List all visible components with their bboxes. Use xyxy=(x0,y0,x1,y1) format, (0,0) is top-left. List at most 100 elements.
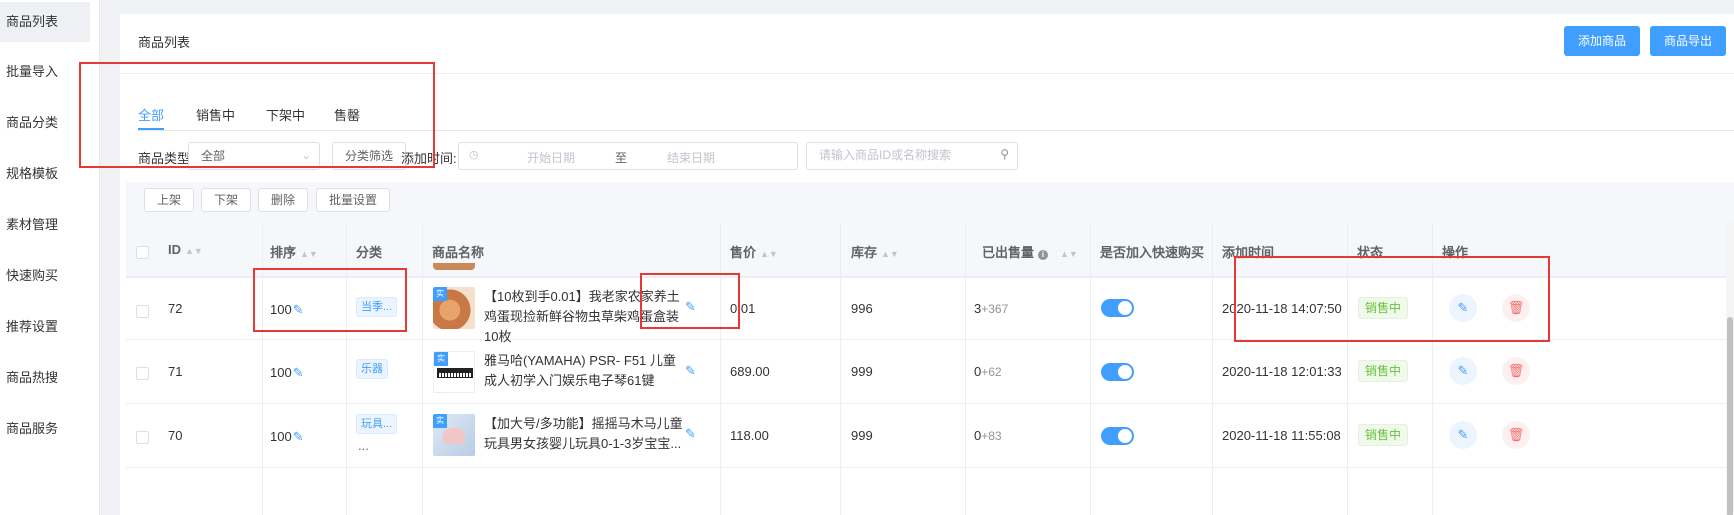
category-tag: 当季... xyxy=(356,297,398,317)
product-name: 【加大号/多功能】摇摇马木马儿童玩具男女孩婴儿玩具0-1-3岁宝宝... xyxy=(484,416,683,451)
thumbnail-badge: 实 xyxy=(433,414,447,428)
column-header-name: 商品名称 xyxy=(432,245,485,260)
info-icon: i xyxy=(1038,250,1049,260)
column-header-stock[interactable]: 库存 ▲▼ xyxy=(851,242,899,261)
sort-icon: ▲▼ xyxy=(300,249,318,259)
sidebar-item-service[interactable]: 商品服务 xyxy=(0,409,90,449)
date-range-picker[interactable]: ◷ 开始日期 至 结束日期 xyxy=(458,142,798,170)
sidebar-item-batch-import[interactable]: 批量导入 xyxy=(0,52,90,92)
card-header: 商品列表 添加商品 商品导出 xyxy=(120,14,1734,74)
edit-button[interactable]: ✎ xyxy=(1449,421,1477,449)
row-divider xyxy=(126,403,1734,404)
product-id: 72 xyxy=(168,301,183,316)
tab-all[interactable]: 全部 xyxy=(138,105,164,124)
column-divider xyxy=(422,222,423,515)
pencil-icon[interactable]: ✎ xyxy=(293,365,304,381)
column-divider xyxy=(1212,222,1213,515)
sort-icon: ▲▼ xyxy=(185,246,203,256)
product-stock: 999 xyxy=(851,428,873,443)
sidebar-item-product-list[interactable]: 商品列表 xyxy=(0,2,90,42)
pencil-icon[interactable]: ✎ xyxy=(685,299,696,315)
product-thumbnail: 实 xyxy=(433,351,475,393)
category-tag: 乐器 xyxy=(356,359,388,379)
sidebar-item-hot-search[interactable]: 商品热搜 xyxy=(0,358,90,398)
column-divider xyxy=(720,222,721,515)
sold-count: 0+83 xyxy=(974,428,1002,443)
column-header-price[interactable]: 售价 ▲▼ xyxy=(730,242,778,261)
row-checkbox[interactable] xyxy=(136,367,149,380)
status-badge: 销售中 xyxy=(1358,424,1409,446)
tab-on-sale[interactable]: 销售中 xyxy=(196,105,235,124)
column-header-actions: 操作 xyxy=(1442,245,1469,260)
product-list-card: 商品列表 添加商品 商品导出 全部 销售中 下架中 售罄 商品类型: 全部 ⌄ … xyxy=(120,14,1734,515)
clock-icon: ◷ xyxy=(469,149,479,161)
off-shelf-button[interactable]: 下架 xyxy=(201,188,252,212)
status-badge: 销售中 xyxy=(1358,297,1409,319)
row-divider xyxy=(126,339,1734,340)
status-badge: 销售中 xyxy=(1358,360,1409,382)
column-header-added-time: 添加时间 xyxy=(1222,245,1275,260)
table-scrollbar[interactable] xyxy=(1726,222,1734,515)
sort-icon: ▲▼ xyxy=(881,249,899,259)
sidebar-item-spec-template[interactable]: 规格模板 xyxy=(0,154,90,194)
search-box: ⚲ xyxy=(806,142,1018,170)
delete-icon[interactable]: 🗑 xyxy=(1502,357,1530,385)
product-price: 0.01 xyxy=(730,301,756,316)
partial-row-thumbnail xyxy=(433,263,475,270)
edit-button[interactable]: ✎ xyxy=(1449,294,1477,322)
product-price: 118.00 xyxy=(730,428,769,443)
column-header-sort[interactable]: 排序 ▲▼ xyxy=(270,242,318,261)
on-shelf-button[interactable]: 上架 xyxy=(144,188,195,212)
sold-count: 3+367 xyxy=(974,301,1009,316)
search-input[interactable] xyxy=(819,148,989,162)
batch-settings-button[interactable]: 批量设置 xyxy=(316,188,391,212)
add-time-label: 添加时间: xyxy=(401,151,457,166)
row-checkbox[interactable] xyxy=(136,431,149,444)
tabs-divider xyxy=(138,130,1734,131)
search-icon[interactable]: ⚲ xyxy=(1000,147,1009,161)
pencil-icon[interactable]: ✎ xyxy=(685,363,696,379)
delete-icon[interactable]: 🗑 xyxy=(1502,294,1530,322)
export-products-button[interactable]: 商品导出 xyxy=(1650,26,1727,56)
sidebar-item-product-category[interactable]: 商品分类 xyxy=(0,103,90,143)
product-name: 雅马哈(YAMAHA) PSR- F51 儿童成人初学入门娱乐电子琴61键 xyxy=(484,353,676,388)
sort-value: 100✎ xyxy=(270,302,304,318)
select-all-checkbox[interactable] xyxy=(136,246,149,259)
column-divider xyxy=(1090,222,1091,515)
tab-sold-out[interactable]: 售罄 xyxy=(334,105,360,124)
added-time: 2020-11-18 11:55:08 xyxy=(1222,428,1341,443)
quick-buy-toggle[interactable] xyxy=(1101,427,1134,445)
quick-buy-toggle[interactable] xyxy=(1101,299,1134,317)
delete-button[interactable]: 删除 xyxy=(258,188,309,212)
column-header-id[interactable]: ID ▲▼ xyxy=(168,242,203,257)
sidebar-item-quick-buy[interactable]: 快速购买 xyxy=(0,256,90,296)
pencil-icon[interactable]: ✎ xyxy=(293,302,304,318)
product-thumbnail: 实 xyxy=(433,414,475,456)
pencil-icon[interactable]: ✎ xyxy=(685,426,696,442)
column-divider xyxy=(1347,222,1348,515)
quick-buy-toggle[interactable] xyxy=(1101,363,1134,381)
end-date-input[interactable]: 结束日期 xyxy=(667,149,715,166)
delete-icon[interactable]: 🗑 xyxy=(1502,421,1530,449)
sidebar-item-recommend[interactable]: 推荐设置 xyxy=(0,307,90,347)
start-date-input[interactable]: 开始日期 xyxy=(527,149,575,166)
added-time: 2020-11-18 12:01:33 xyxy=(1222,364,1342,379)
edit-button[interactable]: ✎ xyxy=(1449,357,1477,385)
sidebar-item-material[interactable]: 素材管理 xyxy=(0,205,90,245)
tab-off-shelf[interactable]: 下架中 xyxy=(266,105,305,124)
thumbnail-badge: 实 xyxy=(434,352,448,366)
rocking-horse-image xyxy=(443,428,465,444)
column-divider xyxy=(1432,222,1433,515)
bulk-action-bar: 上架 下架 删除 批量设置 xyxy=(126,182,1734,222)
column-divider xyxy=(965,222,966,515)
row-checkbox[interactable] xyxy=(136,305,149,318)
add-product-button[interactable]: 添加商品 xyxy=(1564,26,1641,56)
product-type-select[interactable]: 全部 ⌄ xyxy=(188,142,320,170)
row-divider xyxy=(126,467,1734,468)
category-more: ... xyxy=(358,438,369,453)
pencil-icon[interactable]: ✎ xyxy=(293,429,304,445)
category-filter-button[interactable]: 分类筛选 xyxy=(332,142,407,170)
page-title: 商品列表 xyxy=(138,35,191,50)
column-divider xyxy=(346,222,347,515)
column-header-sold[interactable]: 已出售量 i ▲▼ xyxy=(982,242,1078,261)
